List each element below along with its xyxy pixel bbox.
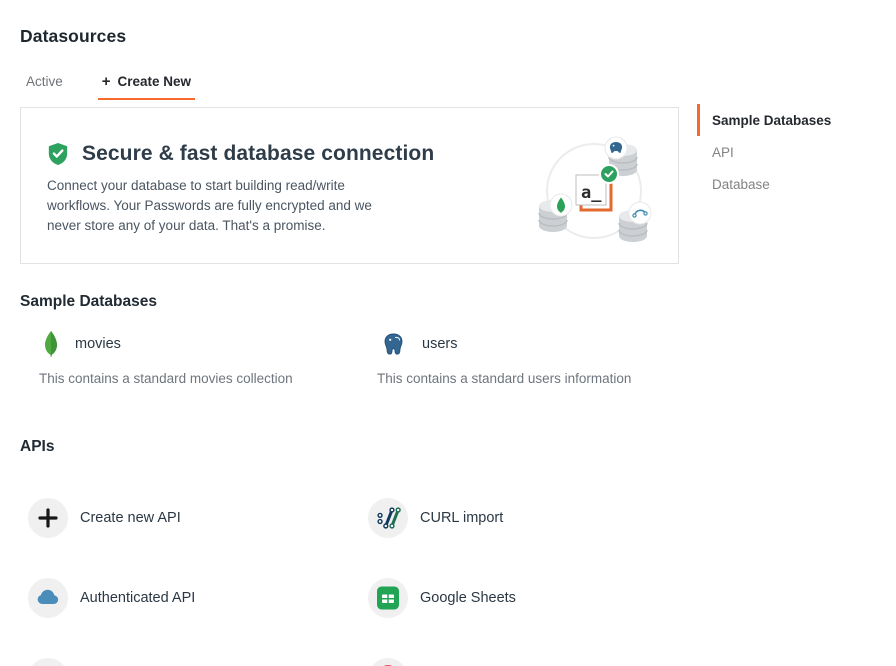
api-card-authenticated-api[interactable]: Authenticated API (20, 558, 358, 638)
datasource-description: This contains a standard users informati… (377, 371, 681, 386)
postgresql-icon (381, 331, 406, 357)
tab-bar: Active + Create New (22, 70, 195, 100)
api-label: Create new API (80, 510, 181, 526)
shield-check-icon (47, 142, 69, 166)
api-card-create-new-api[interactable]: Create new API (20, 478, 358, 558)
api-label: Google Sheets (420, 590, 516, 606)
mongodb-icon (43, 330, 59, 358)
plus-icon: + (102, 74, 111, 89)
sidebar-item-api[interactable]: API (697, 136, 887, 168)
airtable-icon (28, 658, 68, 666)
database-connection-illustration: a_ (521, 116, 671, 263)
page-title: Datasources (20, 26, 126, 47)
tab-create-new-label: Create New (118, 74, 192, 89)
sidebar-item-database[interactable]: Database (697, 168, 887, 200)
datasource-name: users (422, 336, 457, 352)
svg-text:a_: a_ (581, 183, 602, 203)
api-card-twilio[interactable]: Twilio (358, 638, 681, 666)
tab-active-label: Active (26, 74, 63, 89)
datasource-card-users[interactable]: users This contains a standard users inf… (358, 330, 681, 386)
cloud-icon (28, 578, 68, 618)
banner-title: Secure & fast database connection (82, 142, 434, 166)
secure-connection-banner: Secure & fast database connection Connec… (20, 107, 679, 264)
api-card-curl-import[interactable]: CURL import (358, 478, 681, 558)
datasources-page: Datasources Active + Create New Secure &… (0, 0, 896, 666)
apis-grid: Create new API CURL import (20, 478, 681, 666)
bezier-curve-badge-icon (629, 202, 651, 224)
tab-active[interactable]: Active (22, 70, 67, 100)
postgresql-badge-icon (605, 137, 627, 159)
sample-databases-heading: Sample Databases (20, 293, 157, 311)
mongodb-badge-icon (550, 194, 572, 216)
tab-create-new[interactable]: + Create New (98, 70, 195, 100)
api-card-google-sheets[interactable]: Google Sheets (358, 558, 681, 638)
api-label: Authenticated API (80, 590, 195, 606)
section-nav: Sample Databases API Database (697, 104, 887, 200)
banner-description: Connect your database to start building … (47, 176, 399, 236)
twilio-icon (368, 658, 408, 666)
sidebar-item-sample-databases[interactable]: Sample Databases (697, 104, 887, 136)
apis-heading: APIs (20, 438, 54, 456)
datasource-card-movies[interactable]: movies This contains a standard movies c… (20, 330, 358, 386)
api-card-airtable[interactable]: Airtable (20, 638, 358, 666)
sample-databases-grid: movies This contains a standard movies c… (20, 330, 681, 386)
datasource-description: This contains a standard movies collecti… (39, 371, 358, 386)
curl-icon (368, 498, 408, 538)
datasource-name: movies (75, 336, 121, 352)
plus-icon (28, 498, 68, 538)
google-sheets-icon (368, 578, 408, 618)
api-label: CURL import (420, 510, 503, 526)
